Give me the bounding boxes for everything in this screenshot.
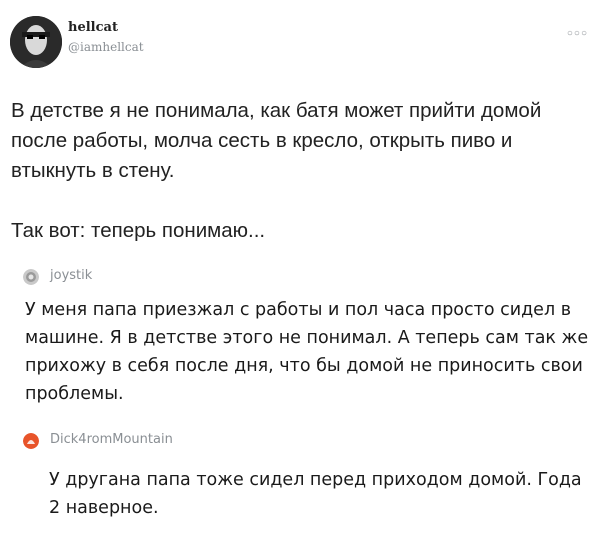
grey-avatar-icon[interactable] (23, 269, 39, 285)
user-handle[interactable]: @iamhellcat (68, 40, 144, 54)
comment-header: Dick4romMountain (11, 432, 591, 452)
comment-username[interactable]: joystik (50, 268, 92, 283)
tweet-paragraph: В детстве я не понимала, как батя может … (11, 99, 542, 182)
comment-username[interactable]: Dick4romMountain (50, 432, 173, 447)
more-dots-icon[interactable]: ○○○ (567, 28, 588, 39)
comment: Dick4romMountain У другана папа тоже сид… (11, 432, 591, 522)
avatar[interactable] (10, 16, 62, 68)
comment-header: joystik (11, 268, 591, 288)
comment-text: У другана папа тоже сидел перед приходом… (49, 470, 582, 518)
tweet-header: hellcat @iamhellcat ○○○ (8, 14, 592, 74)
comment: joystik У меня папа приезжал с работы и … (11, 268, 591, 408)
display-name[interactable]: hellcat (68, 20, 118, 35)
tweet-text: В детстве я не понимала, как батя может … (11, 96, 596, 246)
avatar-image (10, 16, 62, 68)
comment-text: У меня папа приезжал с работы и пол часа… (25, 300, 589, 404)
tweet-paragraph: Так вот: теперь понимаю... (11, 219, 266, 242)
orange-avatar-icon[interactable] (23, 433, 39, 449)
